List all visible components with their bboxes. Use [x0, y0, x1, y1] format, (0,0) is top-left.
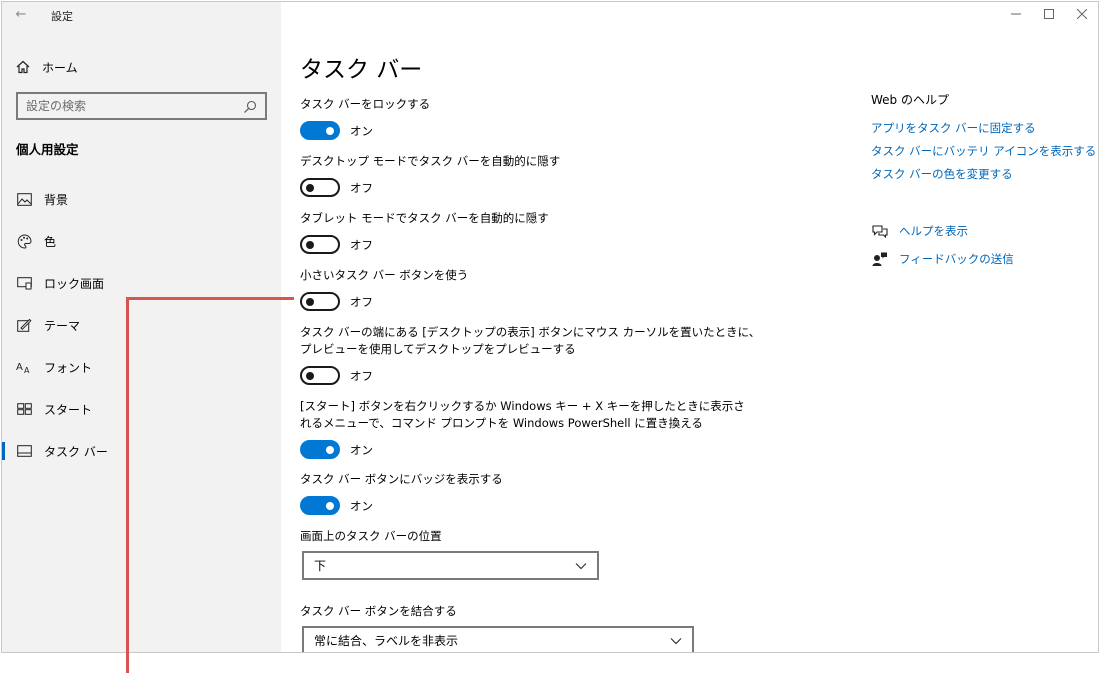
sidebar-item-background[interactable]: 背景 — [2, 178, 281, 220]
svg-text:A: A — [24, 366, 30, 374]
nav-list: 背景 色 ロック画面 テーマ A A フォント スタート タスク バー — [2, 178, 281, 472]
setting-lock-taskbar: タスク バーをロックする オン — [300, 96, 430, 140]
main-content: タスク バー タスク バーをロックする オン デスクトップ モードでタスク バー… — [300, 2, 820, 652]
lock-screen-icon — [16, 275, 32, 291]
setting-peek-preview: タスク バーの端にある [デスクトップの表示] ボタンにマウス カーソルを置いた… — [300, 324, 760, 385]
chevron-down-icon — [670, 634, 682, 648]
toggle-switch[interactable] — [300, 440, 340, 459]
sidebar-item-label: フォント — [44, 360, 93, 375]
window-title: 設定 — [51, 10, 73, 23]
toggle-state: オフ — [350, 180, 373, 195]
setting-label: [スタート] ボタンを右クリックするか Windows キー + X キーを押し… — [300, 399, 745, 413]
toggle-switch[interactable] — [300, 496, 340, 515]
sidebar-item-color[interactable]: 色 — [2, 220, 281, 262]
feedback-link[interactable]: フィードバックの送信 — [871, 251, 1014, 267]
back-arrow-icon[interactable]: ← — [12, 6, 30, 24]
setting-small-buttons: 小さいタスク バー ボタンを使う オフ — [300, 267, 468, 311]
toggle-state: オフ — [350, 294, 373, 309]
sidebar-item-label: 背景 — [44, 192, 69, 207]
setting-position: 画面上のタスク バーの位置 — [300, 528, 442, 545]
setting-label: タスク バーの端にある [デスクトップの表示] ボタンにマウス カーソルを置いた… — [300, 325, 761, 339]
setting-label: タスク バー ボタンを結合する — [300, 604, 457, 618]
dropdown-value: 常に結合、ラベルを非表示 — [314, 634, 459, 648]
window-controls — [999, 2, 1098, 26]
sidebar-item-label: ロック画面 — [44, 276, 105, 291]
sidebar-item-label: スタート — [44, 402, 93, 417]
close-icon[interactable] — [1065, 2, 1098, 26]
picture-icon — [16, 191, 32, 207]
get-help-link[interactable]: ヘルプを表示 — [871, 223, 968, 239]
setting-label: デスクトップ モードでタスク バーを自動的に隠す — [300, 154, 561, 168]
toggle-switch[interactable] — [300, 235, 340, 254]
setting-label: 画面上のタスク バーの位置 — [300, 529, 442, 543]
setting-label: タスク バー ボタンにバッジを表示する — [300, 472, 503, 486]
combine-dropdown[interactable]: 常に結合、ラベルを非表示 — [302, 626, 694, 652]
help-link-taskbar-color[interactable]: タスク バーの色を変更する — [871, 166, 1013, 182]
minimize-icon[interactable] — [999, 2, 1032, 26]
start-icon — [16, 401, 32, 417]
setting-autohide-tablet: タブレット モードでタスク バーを自動的に隠す オフ — [300, 210, 549, 254]
setting-label: れるメニューで、コマンド プロンプトを Windows PowerShell に… — [300, 416, 703, 430]
setting-autohide-desktop: デスクトップ モードでタスク バーを自動的に隠す オフ — [300, 153, 560, 197]
feedback-label: フィードバックの送信 — [899, 252, 1014, 266]
toggle-state: オン — [350, 498, 373, 513]
taskbar-icon — [16, 443, 32, 459]
setting-label: 小さいタスク バー ボタンを使う — [300, 268, 469, 282]
get-help-label: ヘルプを表示 — [899, 224, 968, 238]
toggle-switch[interactable] — [300, 178, 340, 197]
home-button[interactable]: ホーム — [14, 56, 264, 78]
svg-text:A: A — [16, 362, 23, 373]
sidebar-item-font[interactable]: AA フォント — [2, 346, 281, 388]
sidebar-item-label: テーマ — [44, 318, 81, 333]
toggle-state: オフ — [350, 237, 373, 252]
chevron-down-icon — [575, 559, 587, 573]
setting-badges: タスク バー ボタンにバッジを表示する オン — [300, 471, 503, 515]
toggle-state: オン — [350, 123, 373, 138]
setting-powershell: [スタート] ボタンを右クリックするか Windows キー + X キーを押し… — [300, 398, 745, 459]
font-icon: AA — [16, 359, 32, 375]
search-input[interactable] — [26, 99, 243, 113]
palette-icon — [16, 233, 32, 249]
help-link-pin-apps[interactable]: アプリをタスク バーに固定する — [871, 120, 1036, 136]
setting-label: プレビューを使用してデスクトップをプレビューする — [300, 342, 576, 356]
web-help-heading: Web のヘルプ — [871, 93, 949, 107]
toggle-switch[interactable] — [300, 366, 340, 385]
search-box[interactable] — [16, 92, 267, 120]
sidebar-item-label: タスク バー — [44, 444, 108, 459]
sidebar-item-label: 色 — [44, 234, 57, 249]
search-icon[interactable] — [243, 99, 257, 113]
dropdown-value: 下 — [314, 559, 327, 573]
section-title: 個人用設定 — [16, 142, 79, 157]
sidebar-item-taskbar[interactable]: タスク バー — [2, 430, 281, 472]
theme-icon — [16, 317, 32, 333]
home-icon — [14, 58, 32, 76]
chat-help-icon — [871, 223, 889, 239]
toggle-state: オフ — [350, 368, 373, 383]
sidebar-item-theme[interactable]: テーマ — [2, 304, 281, 346]
page-title: タスク バー — [300, 57, 423, 83]
toggle-switch[interactable] — [300, 121, 340, 140]
setting-label: タブレット モードでタスク バーを自動的に隠す — [300, 211, 549, 225]
position-dropdown[interactable]: 下 — [302, 551, 599, 580]
sidebar-item-start[interactable]: スタート — [2, 388, 281, 430]
setting-label: タスク バーをロックする — [300, 97, 431, 111]
sidebar: ← 設定 ホーム 個人用設定 背景 — [2, 2, 281, 652]
toggle-switch[interactable] — [300, 292, 340, 311]
home-label: ホーム — [42, 60, 78, 75]
setting-combine: タスク バー ボタンを結合する — [300, 603, 457, 620]
toggle-state: オン — [350, 442, 373, 457]
help-link-battery-icon[interactable]: タスク バーにバッテリ アイコンを表示する — [871, 143, 1096, 159]
callout-line-vertical — [126, 297, 129, 673]
maximize-icon[interactable] — [1032, 2, 1065, 26]
settings-window: ← 設定 ホーム 個人用設定 背景 — [1, 1, 1099, 653]
callout-line-horizontal — [126, 297, 294, 300]
feedback-icon — [871, 251, 889, 267]
